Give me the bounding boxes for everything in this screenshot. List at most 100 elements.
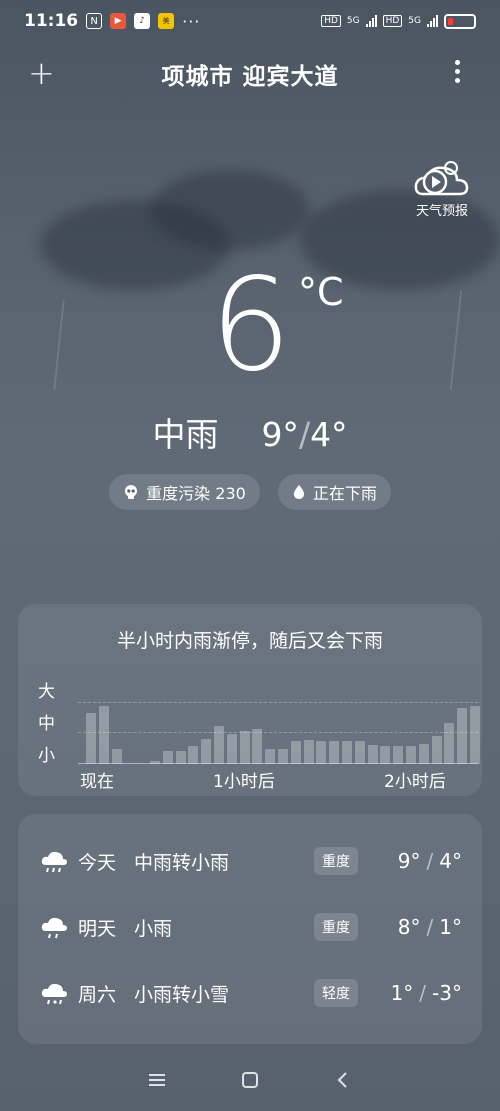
signal-icon-2 <box>427 15 438 27</box>
daily-row-saturday[interactable]: 周六 小雨转小雪 轻度 1° / -3° <box>18 968 482 1018</box>
rain-status-pill[interactable]: 正在下雨 <box>277 474 391 510</box>
forecast-video-label: 天气预报 <box>415 204 468 219</box>
rain-bar <box>162 751 173 764</box>
rain-bar <box>367 745 378 764</box>
level-label-moderate: 中 <box>38 714 55 734</box>
temp-separator: / <box>298 415 311 454</box>
aqi-badge: 轻度 <box>314 979 358 1007</box>
rain-bar <box>252 728 263 764</box>
header: + 项城市 迎宾大道 <box>0 52 500 96</box>
rain-chart-title: 半小时内雨渐停，随后又会下雨 <box>116 630 383 652</box>
rain-bar <box>329 741 340 764</box>
day-temp-range: 9°/4° <box>397 849 462 873</box>
day-temp-range: 1° / -3° <box>390 981 462 1005</box>
status-time: 11:16 <box>24 11 79 31</box>
menu-nav-button[interactable] <box>143 1066 171 1094</box>
day-temp-range: 8°/1° <box>397 915 462 939</box>
rain-bar <box>431 736 442 764</box>
rain-bar <box>150 761 160 764</box>
rain-bar <box>380 746 391 764</box>
back-arrow-icon <box>337 1072 348 1088</box>
add-city-button[interactable]: + <box>28 57 55 89</box>
rain-bar <box>201 738 212 764</box>
rain-bar <box>278 748 288 764</box>
x-label-now: 现在 <box>80 772 114 792</box>
net-type-1: 5G <box>346 16 360 26</box>
status-bar: 11:16 N ▶ ♪ 美 ··· HD 5G HD 5G <box>0 0 500 42</box>
current-high: 9° <box>261 415 299 454</box>
skull-icon <box>125 485 138 499</box>
day-high: 1° <box>390 981 414 1005</box>
aqi-badge: 重度 <box>314 847 358 875</box>
day-condition: 小雨 <box>134 917 173 940</box>
aqi-badge: 重度 <box>314 913 358 941</box>
rain-bar <box>470 705 480 764</box>
home-square-icon <box>241 1072 258 1088</box>
battery-icon <box>444 13 476 29</box>
more-options-button[interactable] <box>455 60 460 83</box>
page-title: 项城市 迎宾大道 <box>161 64 339 90</box>
rain-bar-chart <box>78 688 480 764</box>
rain-bar <box>239 731 250 764</box>
rain-bar <box>188 746 199 764</box>
air-quality-label: 重度污染 230 <box>146 484 246 503</box>
day-condition: 小雨转小雪 <box>134 983 230 1006</box>
rain-bar <box>214 726 224 764</box>
rain-status-label: 正在下雨 <box>312 484 377 503</box>
grid-line-heavy <box>78 702 478 703</box>
day-high: 9° <box>397 849 421 873</box>
rain-bar <box>175 751 186 764</box>
current-condition: 中雨 <box>152 415 219 454</box>
rain-cloud-icon <box>41 917 67 939</box>
weather-forecast-video-button[interactable]: 天气预报 <box>412 158 472 219</box>
x-label-1h: 1小时后 <box>213 772 275 792</box>
video-app-icon: ▶ <box>110 13 127 29</box>
rain-bar <box>265 748 276 764</box>
meituan-app-icon: 美 <box>158 13 175 29</box>
rain-bar <box>226 733 237 764</box>
rain-bar <box>457 708 468 764</box>
day-condition: 中雨转小雨 <box>134 851 230 874</box>
current-low: 4° <box>310 415 348 454</box>
net-type-2: 5G <box>408 16 421 26</box>
rain-bar <box>444 723 455 764</box>
signal-icon-1 <box>365 15 377 27</box>
air-quality-pill[interactable]: 重度污染 230 <box>109 474 260 510</box>
x-label-2h: 2小时后 <box>384 772 446 792</box>
rain-bar <box>111 748 122 764</box>
day-high: 8° <box>397 915 421 939</box>
day-name: 今天 <box>78 851 117 874</box>
temperature-unit: °C <box>298 270 344 314</box>
daily-row-today[interactable]: 今天 中雨转小雨 重度 9°/4° <box>18 836 482 886</box>
back-nav-button[interactable] <box>329 1066 357 1094</box>
day-low: 1° <box>439 915 462 939</box>
home-nav-button[interactable] <box>236 1066 264 1094</box>
daily-row-tomorrow[interactable]: 明天 小雨 重度 8°/1° <box>18 902 482 952</box>
current-temperature: 6 °C <box>0 262 500 392</box>
hd-badge-1: HD <box>321 15 341 27</box>
temperature-value: 6 <box>210 251 292 400</box>
day-name: 周六 <box>78 983 117 1006</box>
current-condition-line: 中雨 9°/4° <box>0 408 500 456</box>
rain-cloud-icon <box>41 851 67 873</box>
day-name: 明天 <box>78 917 117 940</box>
day-low: 4° <box>439 849 462 873</box>
hd-badge-2: HD <box>382 15 403 27</box>
rain-bar <box>98 705 109 764</box>
more-notifications-icon: ··· <box>182 11 201 31</box>
nfc-icon: N <box>86 13 103 29</box>
level-label-light: 小 <box>38 746 55 766</box>
music-app-icon: ♪ <box>134 13 151 29</box>
info-pills: 重度污染 230 正在下雨 <box>0 474 500 510</box>
rain-bar <box>418 743 429 764</box>
rain-bar <box>342 741 352 764</box>
rain-snow-cloud-icon <box>41 983 67 1005</box>
rain-bar <box>393 746 404 764</box>
grid-line-moderate <box>78 732 478 733</box>
rain-bar <box>86 713 96 764</box>
level-label-heavy: 大 <box>38 682 55 702</box>
background-cloud <box>150 170 310 250</box>
minute-rain-card[interactable]: 半小时内雨渐停，随后又会下雨 大 中 小 现在 1小时后 2小时后 <box>18 604 482 796</box>
play-cloud-icon <box>414 161 469 196</box>
rain-bar <box>303 739 314 764</box>
